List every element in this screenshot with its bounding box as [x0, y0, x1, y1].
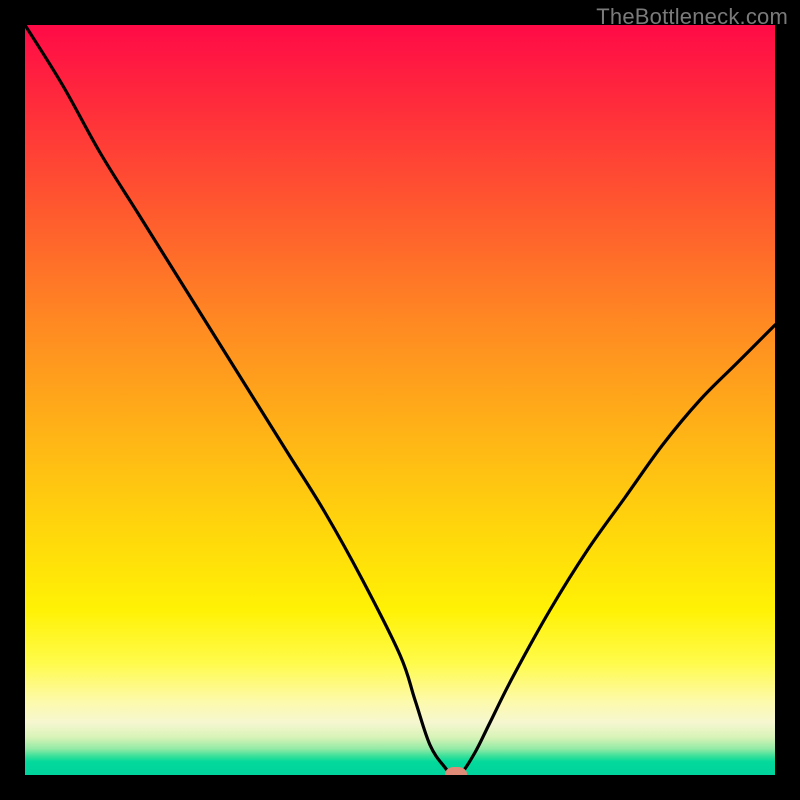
watermark-text: TheBottleneck.com: [596, 4, 788, 30]
optimal-point-marker: [445, 767, 467, 775]
plot-area: [25, 25, 775, 775]
chart-frame: TheBottleneck.com: [0, 0, 800, 800]
bottleneck-curve: [25, 25, 775, 775]
